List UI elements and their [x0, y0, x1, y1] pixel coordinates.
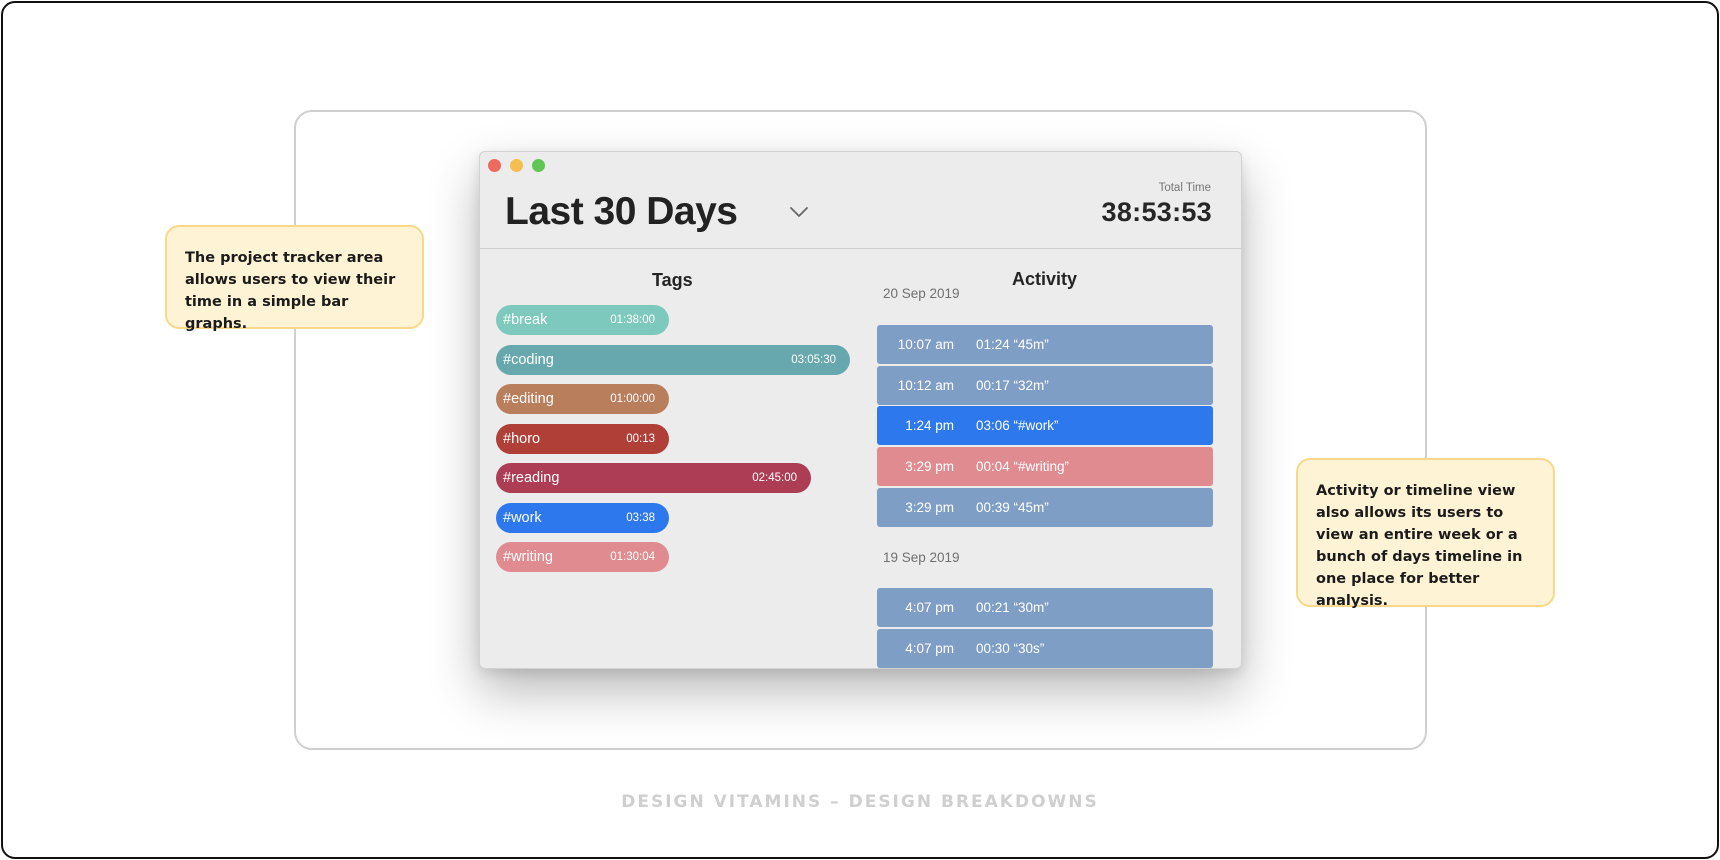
activity-date-label: 19 Sep 2019 — [883, 549, 960, 565]
activity-start-time: 10:07 am — [897, 337, 954, 352]
activity-date-label: 20 Sep 2019 — [883, 286, 960, 301]
tag-bar-horo[interactable]: #horo 00:13 — [496, 424, 669, 454]
maximize-window-button[interactable] — [532, 159, 545, 172]
tag-bar-reading[interactable]: #reading 02:45:00 — [496, 463, 811, 493]
activity-entry[interactable]: 3:29 pm 00:04 “#writing” — [877, 447, 1213, 486]
callout-activity: Activity or timeline view also allows it… — [1296, 458, 1555, 609]
tag-bar-editing[interactable]: #editing 01:00:00 — [496, 384, 669, 414]
tag-name: #editing — [503, 391, 554, 407]
total-time-value: 38:53:53 — [1101, 197, 1212, 227]
tag-time: 01:38:00 — [610, 314, 655, 326]
activity-duration-label: 03:06 “#work” — [976, 418, 1059, 433]
callout-tags-text: The project tracker area allows users to… — [185, 250, 396, 332]
tag-time: 01:30:04 — [610, 551, 655, 563]
minimize-window-button[interactable] — [510, 159, 523, 172]
chevron-down-icon[interactable] — [787, 204, 811, 220]
activity-duration-label: 00:39 “45m” — [976, 500, 1049, 515]
tag-name: #break — [503, 312, 548, 328]
activity-entry[interactable]: 10:12 am 00:17 “32m” — [877, 366, 1213, 405]
tag-name: #coding — [503, 352, 554, 368]
activity-start-time: 1:24 pm — [905, 418, 954, 433]
range-title[interactable]: Last 30 Days — [505, 190, 738, 234]
callout-activity-text: Activity or timeline view also allows it… — [1316, 483, 1523, 609]
close-window-button[interactable] — [488, 159, 501, 172]
footer-brand: DESIGN VITAMINS – DESIGN BREAKDOWNS — [621, 792, 1099, 812]
tag-name: #work — [503, 510, 542, 526]
total-time-label: Total Time — [1158, 182, 1211, 194]
tag-name: #reading — [503, 470, 560, 486]
activity-start-time: 4:07 pm — [905, 641, 954, 656]
activity-start-time: 3:29 pm — [905, 459, 954, 474]
tag-time: 03:05:30 — [791, 354, 836, 366]
app-window: Last 30 Days Total Time 38:53:53 Tags Ac… — [479, 151, 1242, 669]
activity-duration-label: 00:30 “30s” — [976, 641, 1045, 656]
activity-start-time: 10:12 am — [897, 378, 954, 393]
activity-duration-label: 00:17 “32m” — [976, 378, 1049, 393]
tag-bar-writing[interactable]: #writing 01:30:04 — [496, 542, 669, 572]
activity-start-time: 3:29 pm — [905, 500, 954, 515]
tag-name: #horo — [503, 431, 541, 447]
window-controls — [488, 159, 545, 172]
activity-duration-label: 00:04 “#writing” — [976, 459, 1070, 474]
activity-duration-label: 00:21 “30m” — [976, 600, 1049, 615]
activity-entry[interactable]: 3:29 pm 00:39 “45m” — [877, 488, 1213, 527]
tag-bar-break[interactable]: #break 01:38:00 — [496, 305, 669, 335]
tags-heading: Tags — [652, 270, 693, 290]
activity-entry[interactable]: 10:07 am 01:24 “45m” — [877, 325, 1213, 364]
header-divider — [480, 248, 1241, 249]
tag-time: 01:00:00 — [610, 393, 655, 405]
activity-entry[interactable]: 4:07 pm 00:21 “30m” — [877, 588, 1213, 627]
tag-name: #writing — [503, 549, 553, 565]
activity-duration-label: 01:24 “45m” — [976, 337, 1049, 352]
activity-start-time: 4:07 pm — [905, 600, 954, 615]
activity-entry[interactable]: 1:24 pm 03:06 “#work” — [877, 406, 1213, 445]
activity-heading: Activity — [1012, 269, 1078, 289]
tag-time: 03:38 — [626, 512, 655, 524]
activity-entry[interactable]: 4:07 pm 00:30 “30s” — [877, 629, 1213, 668]
tag-time: 00:13 — [626, 433, 655, 445]
tag-time: 02:45:00 — [752, 472, 797, 484]
tag-bar-work[interactable]: #work 03:38 — [496, 503, 669, 533]
tag-bar-coding[interactable]: #coding 03:05:30 — [496, 345, 850, 375]
callout-tags: The project tracker area allows users to… — [165, 225, 424, 332]
